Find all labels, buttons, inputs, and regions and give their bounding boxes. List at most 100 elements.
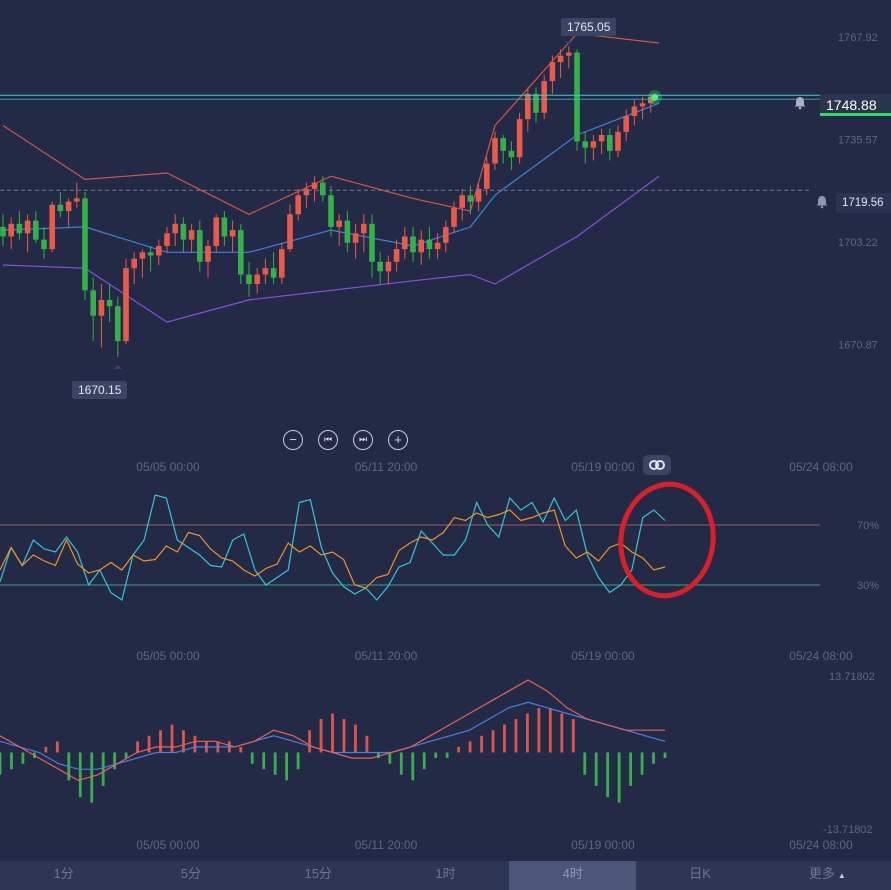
scroll-end-button[interactable]: ⏭	[353, 430, 373, 450]
candle-body	[320, 182, 326, 196]
tab-1h[interactable]: 1时	[382, 861, 509, 890]
macd-min-label: -13.71802	[823, 824, 873, 836]
macd-histogram-bar	[365, 735, 369, 753]
macd-histogram-bar	[124, 752, 128, 759]
candle-body	[57, 204, 64, 212]
candle-body	[131, 258, 137, 269]
candle-body	[369, 223, 375, 262]
tab-1m[interactable]: 1分	[0, 861, 127, 890]
tab-more[interactable]: 更多 ▲	[764, 861, 891, 890]
scroll-start-button[interactable]: ⏮	[318, 430, 338, 450]
time-axis-label: 05/11 20:00	[355, 838, 418, 852]
time-axis-label: 05/19 00:00	[571, 838, 635, 852]
candle-body	[533, 93, 539, 113]
candle-body	[279, 249, 285, 278]
time-axis-label: 05/24 08:00	[789, 460, 853, 474]
macd-histogram-bar	[606, 752, 610, 798]
macd-histogram-bar	[331, 713, 334, 753]
macd-histogram-bar	[78, 752, 82, 798]
candle-body	[443, 226, 449, 243]
tab-4h[interactable]: 4时	[509, 861, 637, 890]
macd-histogram-bar	[491, 730, 495, 753]
candle-body	[549, 62, 556, 82]
zoom-in-button[interactable]: +	[388, 430, 408, 450]
macd-histogram-bar	[434, 752, 438, 759]
macd-histogram-bar	[0, 752, 2, 775]
macd-histogram-bar	[159, 730, 162, 753]
bell-icon[interactable]	[815, 195, 829, 209]
candle-body	[410, 236, 416, 253]
bell-icon[interactable]	[793, 96, 807, 110]
high-marker	[564, 41, 573, 46]
time-axis-label: 05/24 08:00	[789, 838, 853, 852]
candle-body	[426, 239, 433, 250]
candle-body	[639, 103, 646, 107]
candle-body	[541, 81, 547, 113]
tab-5m[interactable]: 5分	[127, 861, 254, 890]
candle-body	[41, 239, 47, 250]
macd-histogram-bar	[342, 719, 346, 753]
low-price-label: 1670.15	[72, 381, 128, 399]
candle-body	[566, 52, 572, 56]
macd-histogram-bar	[560, 713, 564, 753]
candle-body	[484, 163, 490, 189]
macd-histogram-bar	[640, 752, 644, 775]
macd-histogram-bar	[537, 707, 541, 753]
candle-body	[607, 134, 613, 151]
annotation-circle	[618, 481, 716, 599]
alert-price-tag: 1719.56	[836, 193, 891, 213]
rsi-70-label: 70%	[857, 520, 879, 532]
live-price-dot	[651, 93, 659, 101]
macd-histogram-bar	[457, 746, 461, 753]
candle-body	[402, 236, 408, 250]
macd-histogram-bar	[273, 752, 277, 775]
macd-histogram-bar	[319, 719, 323, 753]
candle-body	[352, 233, 359, 243]
tab-1d[interactable]: 日K	[636, 861, 763, 890]
candle-body	[434, 242, 441, 250]
candle-body	[188, 230, 195, 240]
candle-body	[598, 134, 605, 142]
candle-body	[246, 274, 252, 285]
time-axis-label: 05/24 08:00	[789, 649, 853, 663]
candle-body	[90, 290, 96, 316]
time-axis-label: 05/05 00:00	[136, 838, 200, 852]
time-axis-label: 05/19 00:00	[571, 460, 635, 474]
candle-body	[393, 249, 400, 262]
rsi-slow-line	[0, 509, 666, 589]
macd-histogram-bar	[285, 752, 289, 781]
price-axis-label: 1703.22	[838, 237, 878, 249]
candle-body	[24, 220, 31, 234]
time-axis-label: 05/11 20:00	[355, 460, 418, 474]
candle-body	[623, 115, 629, 132]
candle-body	[500, 138, 506, 151]
candle-body	[74, 198, 80, 202]
candle-body	[631, 106, 638, 116]
macd-histogram-bar	[480, 735, 483, 753]
candle-body	[16, 223, 23, 234]
macd-histogram-bar	[526, 713, 529, 753]
macd-histogram-bar	[594, 752, 598, 786]
macd-histogram-bar	[262, 752, 266, 770]
low-marker	[113, 364, 122, 369]
time-axis-label: 05/19 00:00	[571, 649, 635, 663]
macd-histogram-bar	[354, 724, 357, 753]
chart-area[interactable]: 1767.92 1735.57 1703.22 1670.87 05/05 00:00 0…	[0, 0, 891, 890]
tab-15m[interactable]: 15分	[255, 861, 382, 890]
macd-histogram-bar	[250, 752, 254, 764]
macd-histogram-bar	[182, 730, 185, 753]
current-price-tag: 1748.88	[820, 94, 891, 116]
macd-histogram-bar	[21, 752, 25, 764]
zoom-out-button[interactable]: −	[283, 430, 303, 450]
candle-body	[229, 230, 236, 237]
candle-body	[49, 204, 55, 250]
infinity-icon[interactable]	[643, 455, 671, 475]
candle-body	[8, 223, 14, 237]
timeframe-tabbar: 1分 5分 15分 1时 4时 日K 更多 ▲	[0, 861, 891, 890]
candle-body	[492, 138, 498, 164]
chart-canvas: 1767.92 1735.57 1703.22 1670.87 05/05 00:00 0…	[0, 32, 879, 852]
macd-histogram-bar	[652, 752, 655, 764]
macd-histogram-bar	[44, 746, 48, 753]
macd-histogram-bar	[113, 752, 117, 770]
macd-histogram-bar	[399, 752, 403, 775]
